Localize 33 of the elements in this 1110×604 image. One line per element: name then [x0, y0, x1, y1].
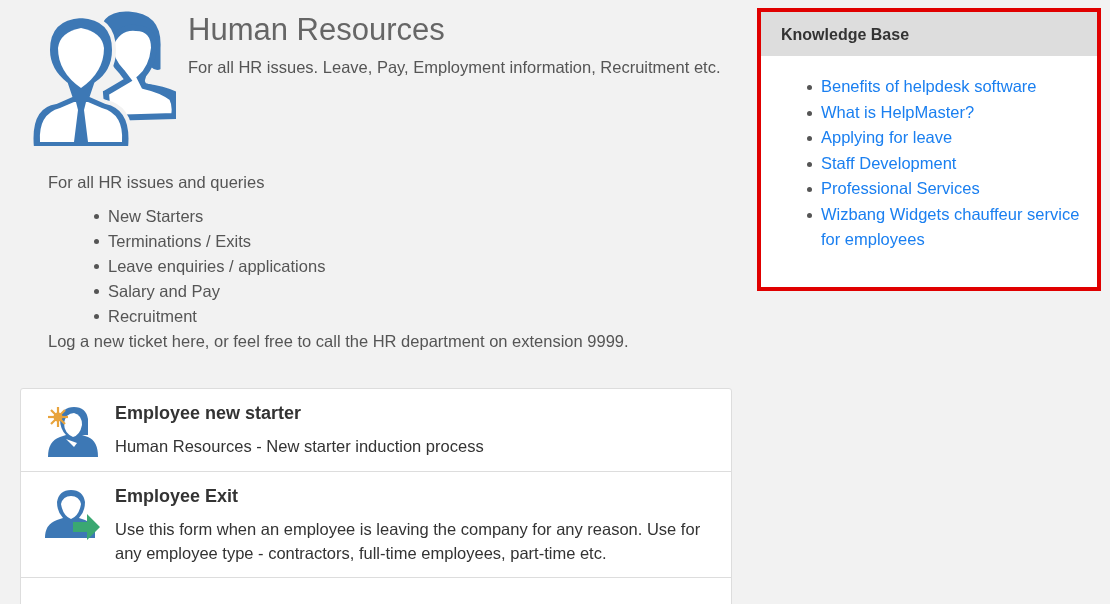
panel-header: Knowledge Base [761, 12, 1097, 56]
form-item[interactable]: Employee new starter Human Resources - New starter induction process [21, 389, 731, 472]
form-item[interactable]: Employee Exit Use this form when an employee is leaving the company for any reason. Use for any employee type - contractors, full-time employees, part-time etc. [21, 472, 731, 578]
topic-item: Terminations / Exits [108, 232, 252, 251]
topic-item: Salary and Pay [108, 282, 220, 301]
topic-item: New Starters [108, 207, 204, 226]
bullet-icon [94, 264, 99, 269]
form-description: Human Resources - New starter induction process [115, 436, 484, 457]
page-title: Human Resources [188, 12, 446, 48]
article-link[interactable]: Wizbang Widgets chauffeur service for employees [821, 201, 1087, 253]
form-description: Use this form when an employee is leaving the company for any reason. Use for any employee type - contractors, full-time employees, part-time etc. [115, 519, 702, 564]
bullet-icon [807, 85, 812, 90]
page-description: For all HR issues. Leave, Pay, Employment information, Recruitment etc. [188, 57, 722, 78]
topic-item: Recruitment [108, 307, 197, 326]
article-link[interactable]: Benefits of helpdesk software [821, 74, 1037, 100]
bullet-icon [807, 110, 812, 116]
form-title: Employee Exit [115, 486, 240, 507]
bullet-icon [94, 314, 99, 319]
article-link[interactable]: Staff Development [821, 150, 957, 176]
form-title: Employee new starter [115, 403, 303, 424]
article-link[interactable]: Applying for leave [821, 125, 953, 151]
bullet-icon [807, 212, 812, 218]
bullet-icon [94, 214, 99, 219]
intro-text: For all HR issues and queries [48, 172, 266, 193]
bullet-icon [807, 187, 812, 192]
bullet-icon [807, 136, 812, 141]
article-link[interactable]: Professional Services [821, 176, 980, 202]
article-link[interactable]: What is HelpMaster? [821, 99, 975, 125]
bullet-icon [94, 239, 99, 244]
bullet-icon [807, 161, 812, 167]
note-text: Log a new ticket here, or feel free to call the HR department on extension 9999. [48, 331, 630, 352]
topic-item: Leave enquiries / applications [108, 257, 326, 276]
bullet-icon [94, 289, 99, 294]
